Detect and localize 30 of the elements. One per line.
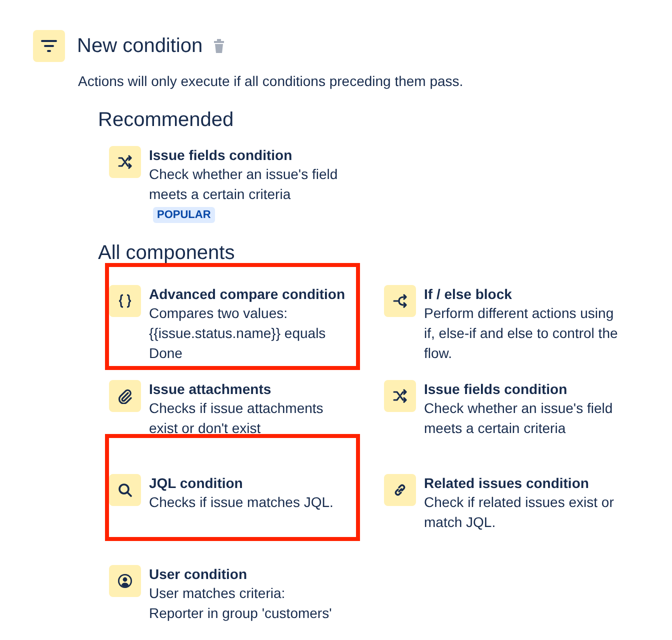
component-description: Checks if issue attachments exist or don't exist	[149, 399, 324, 438]
component-description: Compares two values: {{issue.status.name}} equals Done	[149, 304, 327, 363]
component-description: Perform different actions using if, else-if and else to control the flow.	[424, 304, 619, 363]
component-description: Check whether an issue's field meets a certain criteria	[149, 165, 339, 204]
popular-tag: POPULAR	[153, 207, 215, 223]
component-description: User matches criteria: Reporter in group 'customers'	[149, 584, 333, 623]
component-title[interactable]: Related issues condition	[424, 474, 624, 492]
section-title: New condition	[77, 34, 203, 59]
group-heading: Recommended	[98, 108, 235, 132]
filter-icon	[33, 30, 65, 62]
component-title[interactable]: Issue fields condition	[149, 146, 369, 164]
component-description: Check if related issues exist or match JQL.	[424, 493, 615, 532]
section-description: Actions will only execute if all conditions preceding them pass.	[78, 72, 464, 91]
braces-icon	[109, 285, 141, 317]
link-icon	[384, 474, 416, 506]
shuffle-icon	[109, 146, 141, 178]
component-description: Checks if issue matches JQL.	[149, 493, 334, 512]
paperclip-icon	[109, 380, 141, 412]
shuffle-icon	[384, 380, 416, 412]
user-icon	[109, 565, 141, 597]
component-title[interactable]: Issue fields condition	[424, 380, 624, 398]
component-title[interactable]: JQL condition	[149, 474, 341, 492]
group-heading: All components	[98, 241, 236, 265]
component-title[interactable]: Issue attachments	[149, 380, 341, 398]
component-title[interactable]: If / else block	[424, 285, 624, 303]
component-description: Check whether an issue's field meets a certain criteria	[424, 399, 614, 438]
branch-icon	[384, 285, 416, 317]
delete-icon[interactable]	[212, 39, 225, 53]
search-icon	[109, 474, 141, 506]
component-title[interactable]: User condition	[149, 565, 341, 583]
